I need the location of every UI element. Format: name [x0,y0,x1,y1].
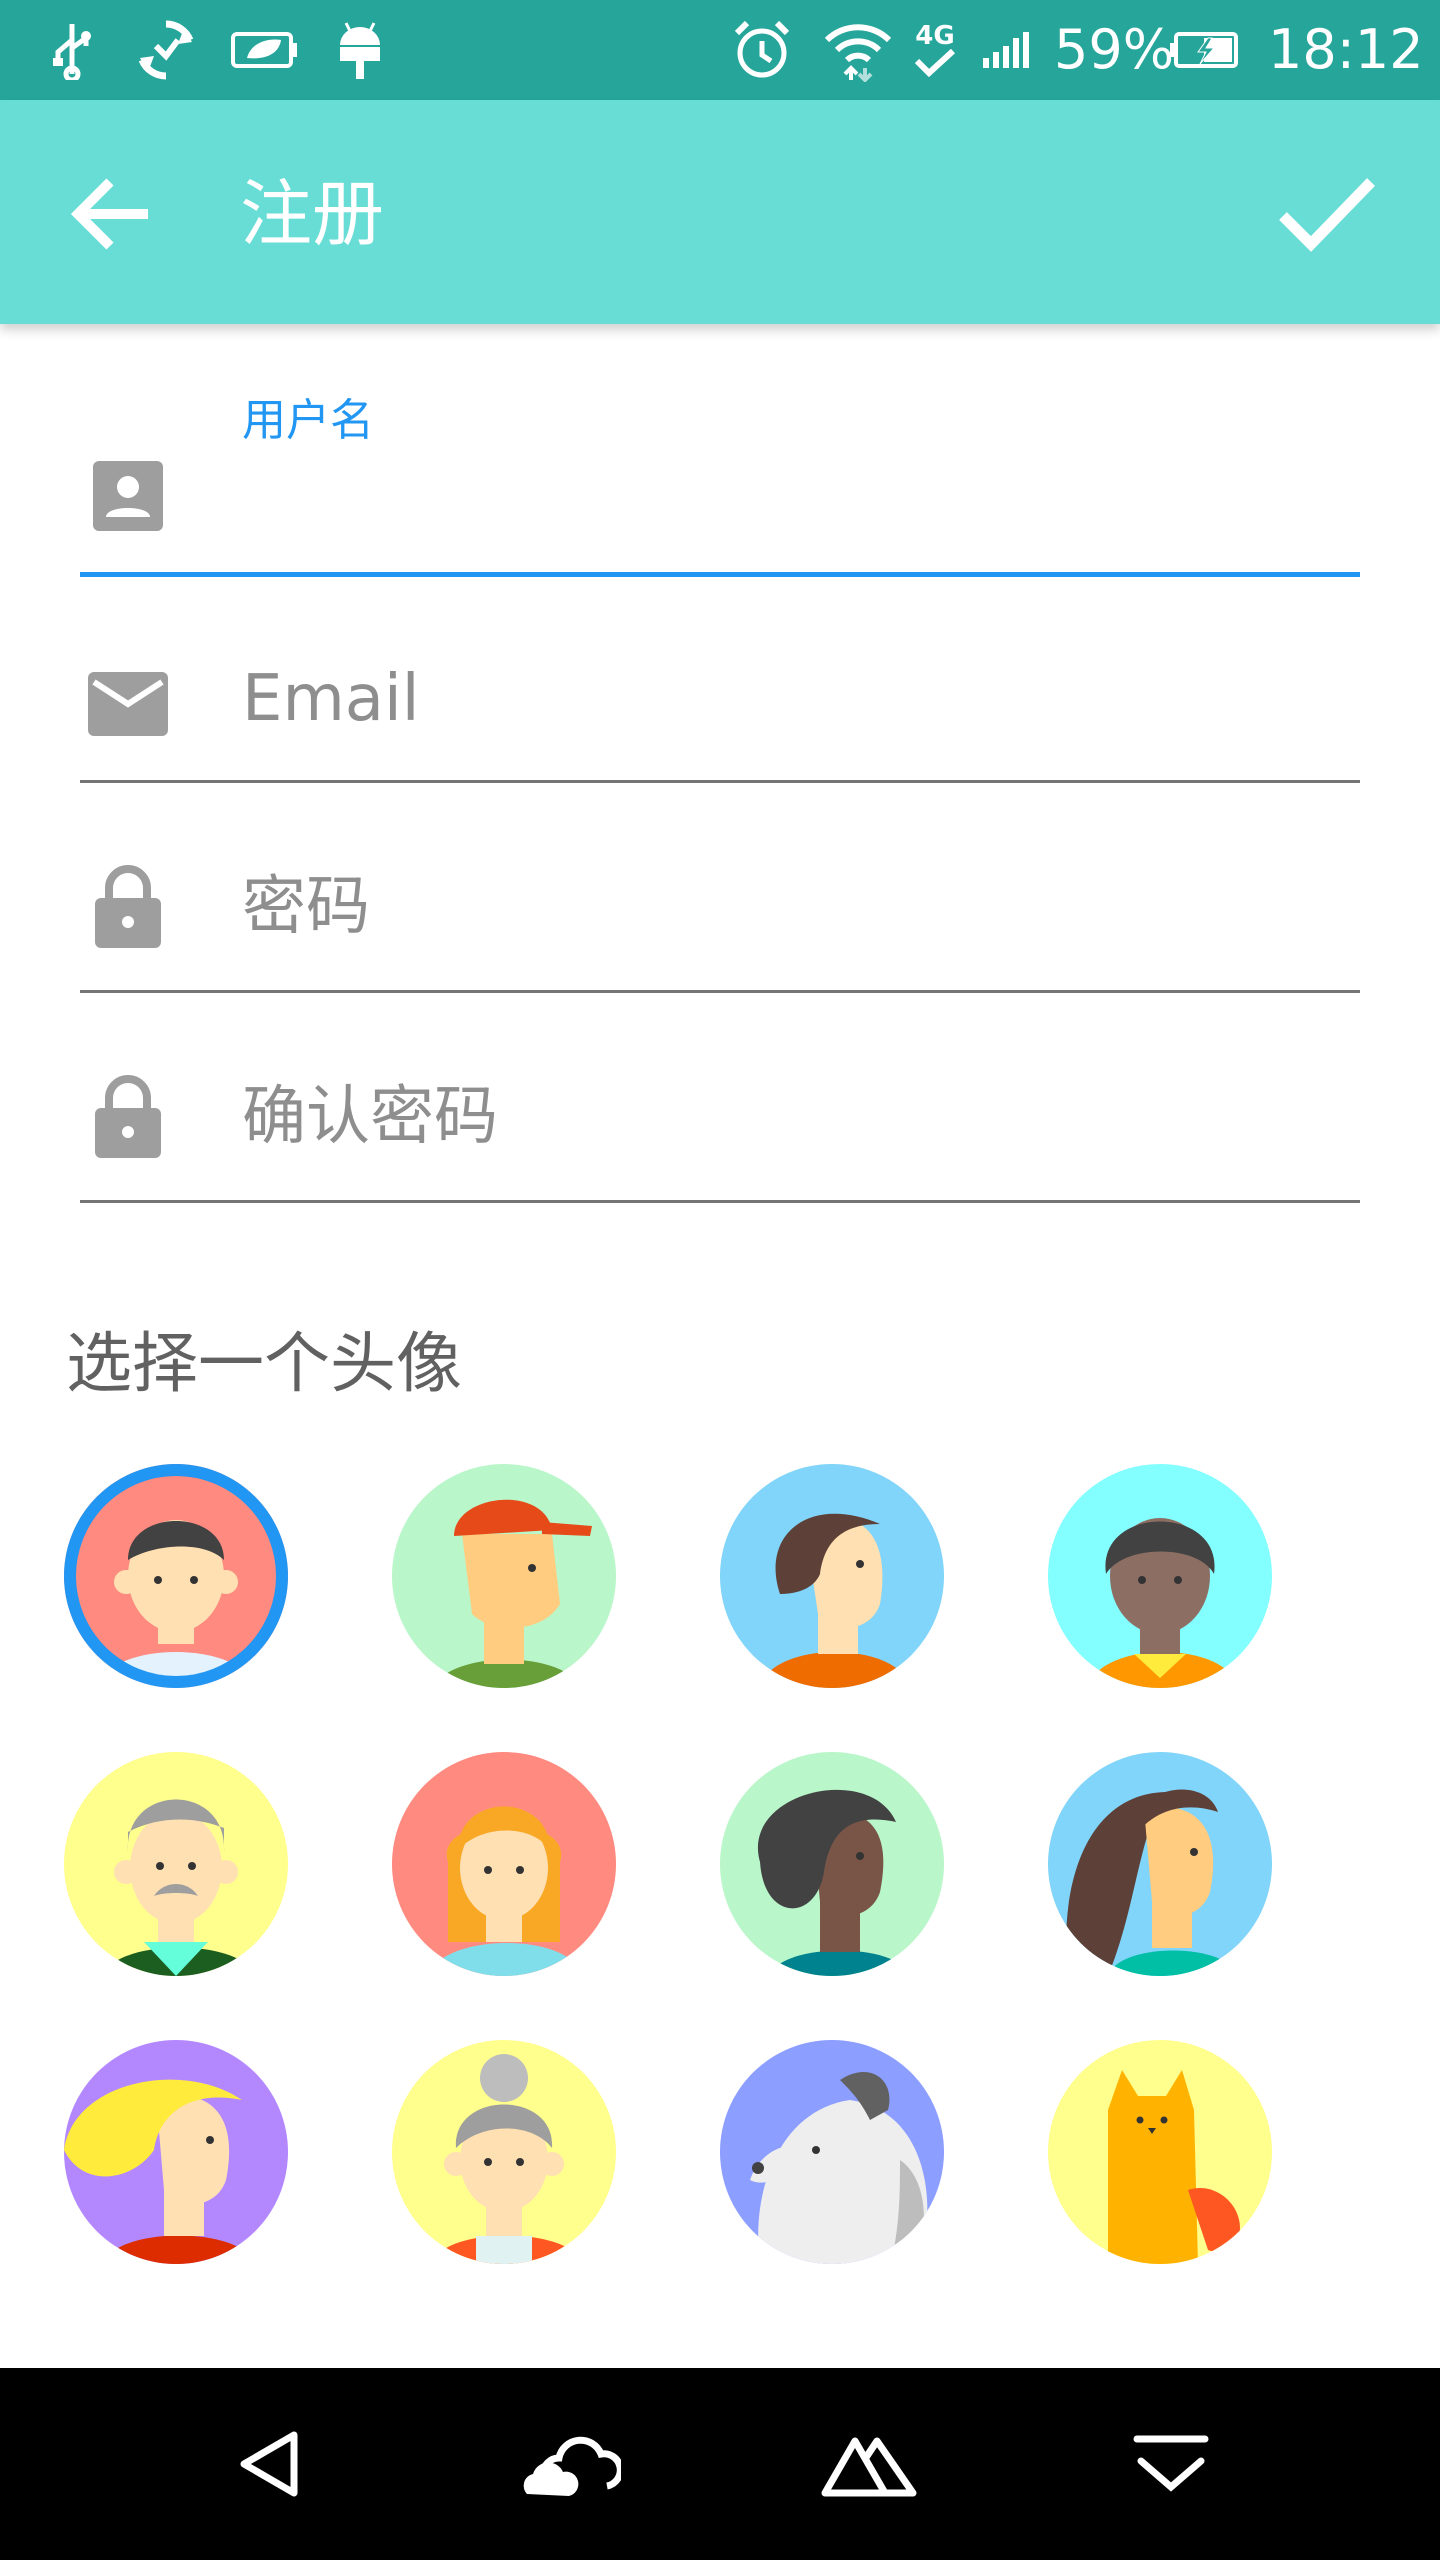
account-box-icon [88,456,168,536]
avatar-cap-boy[interactable] [392,1464,616,1688]
sync-icon [130,20,202,80]
battery-percent: 59% [1054,18,1175,81]
avatar-grandma[interactable] [392,2040,616,2264]
nav-recents-button[interactable] [814,2414,924,2514]
network-4g-icon: 4G [908,20,962,80]
password-input[interactable] [242,862,1352,952]
email-field [80,594,1360,804]
avatar-boy[interactable] [64,1464,288,1688]
mountain-recents-icon [821,2437,917,2497]
email-input[interactable] [242,654,1352,744]
avatar-blonde-woman[interactable] [64,2040,288,2264]
status-bar: 4G 59% 18:12 [0,0,1440,100]
cloud-home-icon [523,2436,621,2496]
avatar-section-heading: 选择一个头像 [66,1325,462,1402]
app-bar: 注册 [0,100,1440,324]
avatar-old-man-mustache[interactable] [64,1752,288,1976]
back-button[interactable] [56,158,168,270]
lock-icon [88,865,168,948]
username-label: 用户名 [242,395,374,446]
alarm-icon [730,20,794,80]
page-title: 注册 [240,172,385,256]
email-underline [80,780,1360,783]
password-underline [80,990,1360,993]
confirm-password-input[interactable] [242,1072,1352,1162]
nav-home-button[interactable] [516,2414,626,2514]
lock-icon [88,1075,168,1158]
username-underline [80,572,1360,577]
nav-back-button[interactable] [214,2414,324,2514]
avatar-blonde-girl[interactable] [392,1752,616,1976]
avatar-dark-skin-girl[interactable] [720,1752,944,1976]
nav-collapse-button[interactable] [1116,2414,1226,2514]
collapse-down-icon [1133,2435,1209,2492]
username-input[interactable] [242,454,1352,544]
password-field [80,804,1360,1014]
avatar-cat[interactable] [1048,2040,1272,2264]
usb-icon [46,20,98,80]
battery-charging-icon [1168,20,1240,80]
username-field: 用户名 [80,384,1360,594]
avatar-dark-skin-boy[interactable] [1048,1464,1272,1688]
avatar-girl-brown-hair[interactable] [720,1464,944,1688]
arrow-back-icon [70,178,148,250]
android-debug-icon [332,20,388,80]
avatar-dog[interactable] [720,2040,944,2264]
confirm-password-underline [80,1200,1360,1203]
mail-icon [88,664,168,744]
confirm-password-field [80,1014,1360,1224]
check-icon [1279,178,1375,252]
confirm-button[interactable] [1262,158,1392,270]
back-triangle-icon [240,2431,298,2497]
status-time: 18:12 [1268,18,1424,81]
navigation-bar [0,2368,1440,2560]
leaf-battery-icon [228,20,300,80]
signal-icon [980,20,1036,80]
wifi-icon [822,20,894,82]
avatar-long-hair-woman[interactable] [1048,1752,1272,1976]
